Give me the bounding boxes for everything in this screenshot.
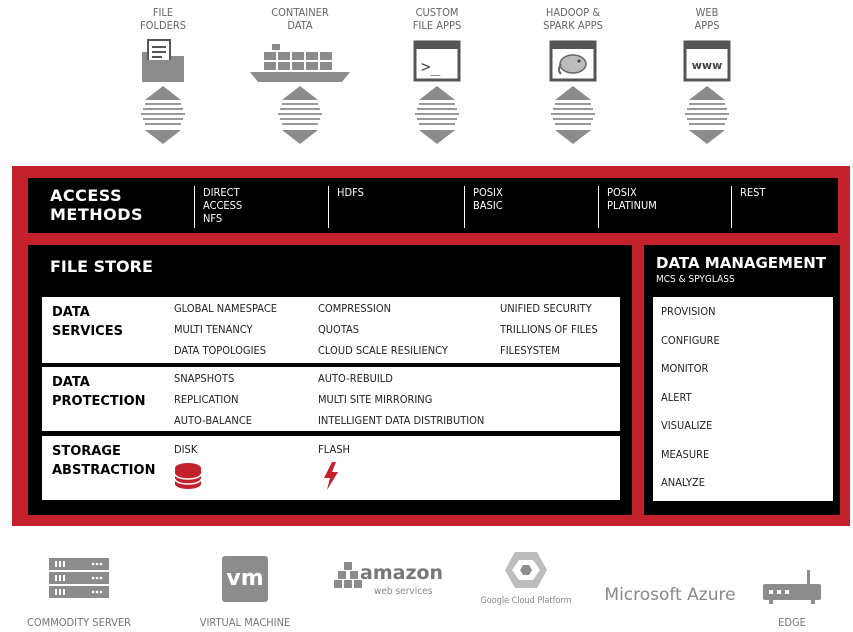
platform-edge: EDGE	[752, 568, 832, 629]
source-hadoop-spark-apps: HADOOP & SPARK APPS	[518, 6, 628, 150]
source-custom-file-apps: CUSTOM FILE APPS >_	[382, 6, 492, 150]
protection-item: MULTI SITE MIRRORING	[318, 393, 433, 406]
dm-item-monitor: MONITOR	[661, 362, 709, 375]
dm-item-provision: PROVISION	[661, 305, 716, 318]
data-protection-title: DATA PROTECTION	[52, 375, 146, 409]
flash-label: FLASH	[318, 443, 350, 456]
platform-google-cloud: Google Cloud Platform	[466, 550, 586, 606]
amazon-web-services-text: web services	[374, 586, 433, 597]
source-label: HADOOP & SPARK APPS	[543, 6, 603, 32]
service-item: UNIFIED SECURITY	[500, 302, 592, 315]
source-file-folders: FILE FOLDERS	[108, 6, 218, 150]
service-item: TRILLIONS OF FILES	[500, 323, 598, 336]
platform-commodity-server: COMMODITY SERVER	[14, 556, 144, 629]
service-item: DATA TOPOLOGIES	[174, 344, 267, 357]
server-rack-icon	[47, 556, 111, 600]
amazon-wordmark: amazon	[360, 562, 444, 584]
access-item-hdfs: HDFS	[328, 186, 364, 228]
protection-item: SNAPSHOTS	[174, 372, 235, 385]
container-ship-icon	[250, 38, 350, 84]
platform-virtual-machine: vm VIRTUAL MACHINE	[180, 556, 310, 629]
dm-item-configure: CONFIGURE	[661, 334, 720, 347]
terminal-glyph: >_	[421, 57, 441, 76]
protection-item: AUTO-BALANCE	[174, 414, 252, 427]
database-disk-icon	[174, 462, 202, 494]
google-cloud-platform-label: Google Cloud Platform	[480, 596, 572, 606]
commodity-server-label: COMMODITY SERVER	[26, 616, 132, 629]
edge-label: EDGE	[778, 616, 806, 629]
web-browser-icon: www	[677, 38, 737, 84]
dm-item-measure: MEASURE	[661, 448, 710, 461]
access-item-nfs: DIRECT ACCESS NFS	[194, 186, 242, 228]
edge-router-icon	[759, 568, 825, 608]
platform-amazon-web-services: amazon web services	[330, 560, 450, 606]
source-label: WEB APPS	[694, 6, 720, 32]
source-label: FILE FOLDERS	[139, 6, 187, 32]
data-protection-panel: DATA PROTECTION SNAPSHOTS REPLICATION AU…	[42, 367, 620, 431]
folder-document-icon	[133, 38, 193, 84]
microsoft-azure-wordmark: Microsoft Azure	[604, 585, 736, 605]
service-item: QUOTAS	[318, 323, 360, 336]
data-management-panel: DATA MANAGEMENT MCS & SPYGLASS PROVISION…	[644, 245, 840, 515]
data-flow-chevrons-icon	[415, 86, 459, 144]
data-management-subtitle: MCS & SPYGLASS	[656, 274, 735, 285]
data-services-panel: DATA SERVICES GLOBAL NAMESPACE MULTI TEN…	[42, 297, 620, 363]
source-label: CUSTOM FILE APPS	[412, 6, 462, 32]
access-item-posix-basic: POSIX BASIC	[464, 186, 503, 228]
service-item: FILESYSTEM	[500, 344, 560, 357]
protection-item: AUTO-REBUILD	[318, 372, 393, 385]
dm-item-analyze: ANALYZE	[661, 476, 706, 489]
access-item-posix-platinum: POSIX PLATINUM	[598, 186, 657, 228]
google-cloud-hexagon-icon	[503, 550, 549, 590]
source-label: CONTAINER DATA	[271, 6, 329, 32]
vmware-logo-icon: vm	[222, 556, 268, 602]
file-store-title: FILE STORE	[50, 257, 153, 276]
access-item-rest: REST	[731, 186, 765, 228]
hadoop-elephant-icon	[543, 38, 603, 84]
file-store-panel: FILE STORE DATA SERVICES GLOBAL NAMESPAC…	[28, 245, 632, 515]
data-flow-chevrons-icon	[278, 86, 322, 144]
source-web-apps: WEB APPS www	[652, 6, 762, 150]
service-item: COMPRESSION	[318, 302, 392, 315]
terminal-window-icon: >_	[407, 38, 467, 84]
web-glyph: www	[692, 59, 723, 72]
storage-abstraction-panel: STORAGE ABSTRACTION DISK FLASH	[42, 436, 620, 500]
data-management-list: PROVISION CONFIGURE MONITOR ALERT VISUAL…	[653, 297, 833, 501]
disk-label: DISK	[174, 443, 198, 456]
service-item: MULTI TENANCY	[174, 323, 253, 336]
platform-microsoft-azure: Microsoft Azure	[600, 585, 740, 605]
access-methods-title: ACCESS METHODS	[50, 186, 144, 224]
virtual-machine-label: VIRTUAL MACHINE	[199, 616, 291, 629]
flash-lightning-icon	[322, 462, 340, 494]
access-methods-bar: ACCESS METHODS DIRECT ACCESS NFS HDFS PO…	[28, 178, 838, 233]
data-services-title: DATA SERVICES	[52, 305, 123, 339]
dm-item-alert: ALERT	[661, 391, 692, 404]
dm-item-visualize: VISUALIZE	[661, 419, 713, 432]
protection-item: REPLICATION	[174, 393, 239, 406]
service-item: GLOBAL NAMESPACE	[174, 302, 278, 315]
service-item: CLOUD SCALE RESILIENCY	[318, 344, 448, 357]
data-flow-chevrons-icon	[141, 86, 185, 144]
data-flow-chevrons-icon	[685, 86, 729, 144]
storage-abstraction-title: STORAGE ABSTRACTION	[52, 444, 156, 478]
source-container-data: CONTAINER DATA	[245, 6, 355, 150]
data-management-title: DATA MANAGEMENT	[656, 254, 827, 272]
data-flow-chevrons-icon	[551, 86, 595, 144]
protection-item: INTELLIGENT DATA DISTRIBUTION	[318, 414, 485, 427]
